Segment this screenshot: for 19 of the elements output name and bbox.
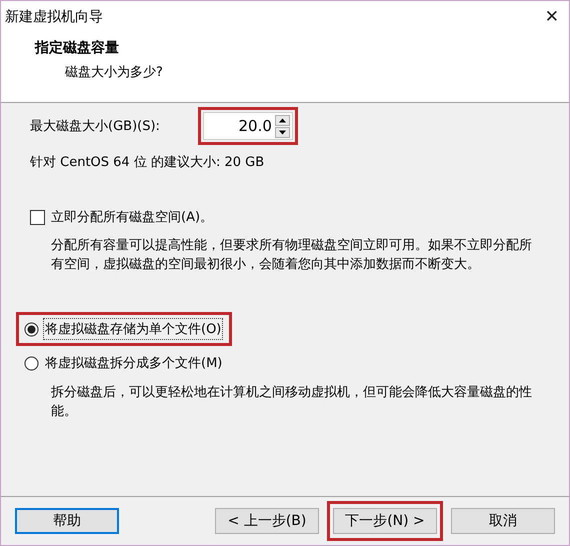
field-label: 最大磁盘大小(GB)(S):: [30, 118, 160, 135]
description-text: 分配所有容量可以提高性能，但要求所有物理磁盘空间立即可用。如果不立即分配所有空间，虚拟磁盘的空间最初很小，会随着您向其中添加数据而不断变大。: [51, 237, 533, 274]
dialog-button[interactable]: 取消: [451, 508, 555, 534]
window-title: 新建虚拟机向导: [5, 8, 103, 26]
page-title: 指定磁盘容量: [35, 39, 120, 57]
radio-label[interactable]: 将虚拟磁盘存储为单个文件(O): [43, 318, 224, 340]
dialog-button[interactable]: < 上一步(B): [215, 508, 319, 534]
page-subtitle: 磁盘大小为多少?: [65, 64, 164, 81]
checkbox[interactable]: [30, 210, 45, 224]
close-button[interactable]: ✕: [544, 7, 559, 27]
recommendation-text: 针对 CentOS 64 位 的建议大小: 20 GB: [30, 154, 266, 171]
checkbox-label[interactable]: 立即分配所有磁盘空间(A)。: [51, 208, 214, 226]
radio-button[interactable]: [24, 322, 39, 336]
radio-button[interactable]: [24, 356, 39, 370]
disk-size-spinner[interactable]: 20.0: [202, 112, 293, 140]
dialog-button[interactable]: 下一步(N) >: [333, 508, 437, 534]
radio-label[interactable]: 将虚拟磁盘拆分成多个文件(M): [43, 352, 224, 374]
description-text: 拆分磁盘后，可以更轻松地在计算机之间移动虚拟机，但可能会降低大容量磁盘的性能。: [51, 384, 533, 421]
dialog-button[interactable]: 帮助: [15, 508, 119, 534]
